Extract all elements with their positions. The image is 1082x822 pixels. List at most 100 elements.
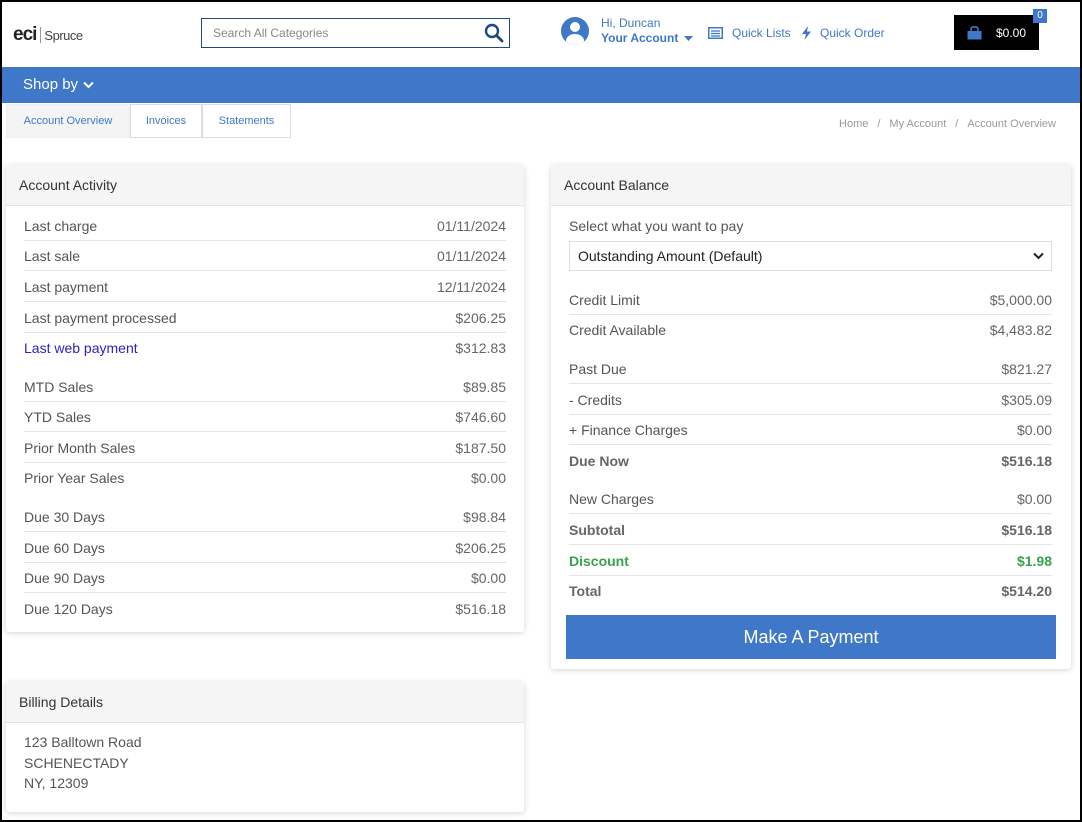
balance-label: Total	[569, 583, 602, 599]
caret-down-icon	[683, 35, 693, 41]
chevron-down-icon	[1033, 252, 1044, 260]
quick-order-link[interactable]: Quick Order	[802, 26, 885, 40]
tab-invoices[interactable]: Invoices	[130, 104, 202, 138]
due-now-row: Due Now $516.18	[569, 446, 1052, 476]
tab-account-overview[interactable]: Account Overview	[6, 104, 130, 138]
cart-button[interactable]: $0.00	[954, 15, 1039, 50]
balance-label: Credit Available	[569, 322, 667, 338]
address-line-1: 123 Balltown Road	[24, 734, 142, 750]
balance-value: $516.18	[1001, 521, 1052, 538]
breadcrumb-home[interactable]: Home	[839, 118, 868, 130]
activity-row: Due 120 Days $516.18	[24, 594, 506, 624]
activity-row: Last payment processed $206.25	[24, 303, 506, 333]
site-header: eci Spruce Search All Categories Hi, Dun…	[2, 2, 1080, 67]
activity-row: Prior Year Sales $0.00	[24, 463, 506, 493]
balance-value: $5,000.00	[989, 291, 1052, 308]
activity-row: MTD Sales $89.85	[24, 372, 506, 402]
activity-value: $312.83	[455, 340, 506, 356]
subtotal-row: Subtotal $516.18	[569, 515, 1052, 545]
activity-row: Last sale 01/11/2024	[24, 241, 506, 271]
make-payment-button[interactable]: Make A Payment	[566, 615, 1056, 659]
eci-spruce-logo[interactable]: eci Spruce	[13, 24, 83, 46]
pay-select-label: Select what you want to pay	[569, 218, 744, 234]
activity-row: Due 60 Days $206.25	[24, 533, 506, 563]
activity-value: $0.00	[470, 470, 506, 486]
quick-order-label: Quick Order	[820, 26, 885, 40]
quick-lists-label: Quick Lists	[732, 26, 791, 40]
search-box[interactable]: Search All Categories	[201, 18, 510, 48]
balance-row: + Finance Charges $0.00	[569, 415, 1052, 445]
activity-value: $746.60	[455, 408, 506, 425]
balance-row: - Credits $305.09	[569, 385, 1052, 415]
balance-label: Past Due	[569, 360, 627, 377]
cart-count-badge: 0	[1033, 9, 1047, 23]
main-nav-bar: Shop by	[2, 67, 1080, 103]
activity-row: Due 90 Days $0.00	[24, 563, 506, 593]
activity-label: Last payment	[24, 278, 109, 295]
account-tabs: Account Overview Invoices Statements	[6, 104, 291, 138]
balance-label: Due Now	[569, 453, 629, 469]
account-menu[interactable]: Hi, Duncan Your Account	[561, 16, 693, 46]
balance-label: Credit Limit	[569, 291, 640, 308]
breadcrumb-separator: /	[877, 118, 881, 130]
balance-value: $4,483.82	[989, 322, 1052, 338]
discount-row: Discount $1.98	[569, 546, 1052, 576]
balance-value: $514.20	[1001, 583, 1052, 599]
balance-label: Subtotal	[569, 521, 625, 538]
activity-value: $206.25	[455, 309, 506, 326]
payment-option-select[interactable]: Outstanding Amount (Default)	[569, 241, 1052, 271]
balance-row: New Charges $0.00	[569, 484, 1052, 514]
activity-label: Due 60 Days	[24, 539, 105, 556]
activity-value: $89.85	[463, 378, 506, 395]
activity-value: 12/11/2024	[436, 278, 506, 295]
account-balance-title: Account Balance	[551, 165, 1071, 206]
your-account-link[interactable]: Your Account	[601, 31, 693, 46]
billing-details-title: Billing Details	[6, 682, 524, 723]
activity-row: Prior Month Sales $187.50	[24, 433, 506, 463]
activity-label: Last sale	[24, 247, 81, 264]
breadcrumb: Home / My Account / Account Overview	[839, 118, 1056, 130]
balance-label: + Finance Charges	[569, 421, 688, 438]
greeting-text: Hi, Duncan	[601, 16, 661, 30]
search-input[interactable]: Search All Categories	[202, 26, 479, 40]
breadcrumb-separator: /	[955, 118, 959, 130]
activity-value: $98.84	[463, 508, 506, 525]
activity-label: YTD Sales	[24, 408, 91, 425]
account-balance-card: Account Balance Select what you want to …	[551, 165, 1071, 669]
balance-row: Credit Available $4,483.82	[569, 315, 1052, 345]
breadcrumb-my-account[interactable]: My Account	[889, 118, 946, 130]
activity-label: Due 90 Days	[24, 569, 105, 586]
activity-value: $0.00	[470, 569, 506, 586]
activity-label: Prior Year Sales	[24, 470, 125, 486]
activity-label: Last payment processed	[24, 309, 177, 326]
shop-by-menu[interactable]: Shop by	[23, 76, 94, 93]
search-icon[interactable]	[479, 23, 509, 43]
payment-option-value: Outstanding Amount (Default)	[578, 248, 763, 264]
shopping-bag-icon	[967, 25, 982, 40]
your-account-label: Your Account	[601, 31, 679, 45]
activity-label: Prior Month Sales	[24, 439, 136, 456]
activity-value: $516.18	[455, 601, 506, 617]
balance-value: $0.00	[1016, 490, 1052, 507]
activity-row: Last charge 01/11/2024	[24, 211, 506, 241]
last-web-payment-link[interactable]: Last web payment	[24, 340, 138, 356]
billing-details-card: Billing Details 123 Balltown Road SCHENE…	[6, 682, 524, 812]
quick-lists-link[interactable]: Quick Lists	[708, 26, 791, 40]
activity-label: MTD Sales	[24, 378, 94, 395]
balance-value: $516.18	[1001, 453, 1052, 469]
balance-value: $821.27	[1001, 360, 1052, 377]
activity-label: Due 30 Days	[24, 508, 105, 525]
activity-label: Due 120 Days	[24, 601, 113, 617]
balance-label: Discount	[569, 552, 629, 569]
activity-value: $187.50	[455, 439, 506, 456]
shop-by-label: Shop by	[23, 76, 79, 93]
activity-value: $206.25	[455, 539, 506, 556]
activity-row: Last payment 12/11/2024	[24, 272, 506, 302]
balance-row: Past Due $821.27	[569, 354, 1052, 384]
balance-value: $305.09	[1001, 391, 1052, 408]
address-line-3: NY, 12309	[24, 775, 89, 791]
account-activity-title: Account Activity	[6, 165, 524, 206]
tab-statements[interactable]: Statements	[202, 104, 291, 138]
balance-value: $0.00	[1016, 421, 1052, 438]
cart-total: $0.00	[995, 25, 1027, 40]
